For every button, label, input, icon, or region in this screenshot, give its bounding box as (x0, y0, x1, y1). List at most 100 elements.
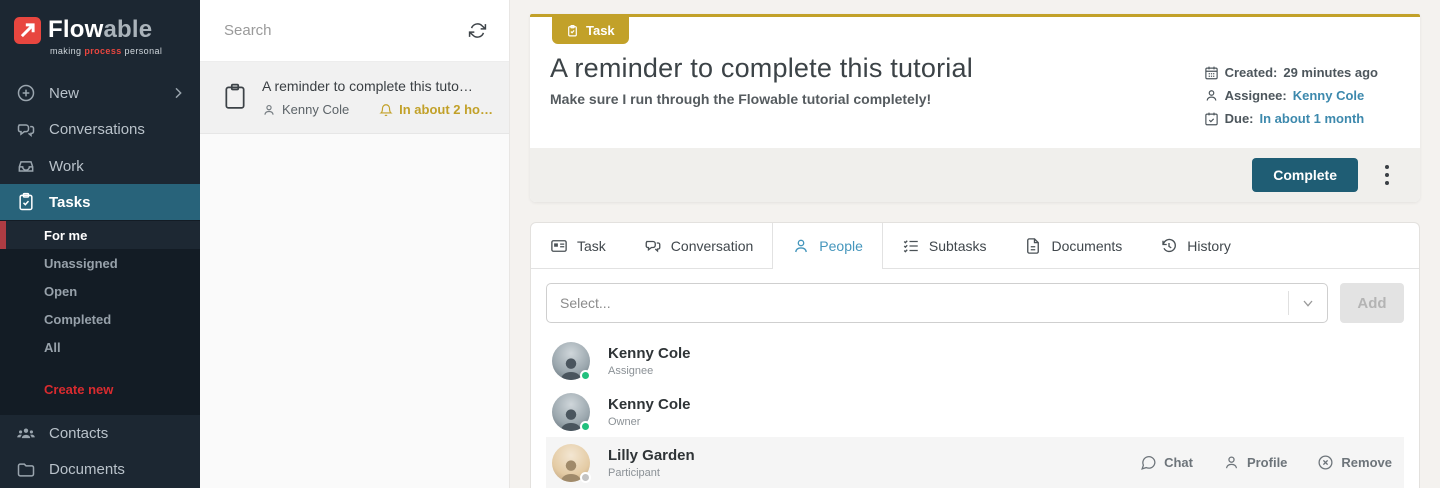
chevron-right-icon (170, 85, 186, 101)
flowable-logo: Flowable making process personal (0, 0, 200, 75)
sidebar-item-label: Conversations (49, 121, 145, 139)
chat-bubble-icon (1140, 454, 1157, 471)
sidebar-filter-unassigned[interactable]: Unassigned (0, 249, 200, 277)
task-list-item[interactable]: A reminder to complete this tuto… Kenny … (200, 62, 509, 134)
status-badge (580, 420, 591, 432)
people-panel: Select... Add Kenny Cole Assignee Kenny … (531, 269, 1419, 488)
chat-bubbles-icon (644, 237, 662, 255)
person-name: Kenny Cole (608, 344, 691, 362)
sidebar-item-tasks[interactable]: Tasks (0, 184, 200, 221)
sidebar-item-label: New (49, 84, 80, 102)
tasks-submenu: For me Unassigned Open Completed All Cre… (0, 220, 200, 416)
sidebar-filter-all[interactable]: All (0, 333, 200, 361)
clipboard-check-icon (16, 192, 36, 212)
remove-action-button[interactable]: Remove (1317, 454, 1392, 471)
person-icon (1223, 454, 1240, 471)
sidebar-filter-completed[interactable]: Completed (0, 305, 200, 333)
brand-name: Flowable (48, 16, 153, 43)
person-name: Kenny Cole (608, 395, 691, 413)
chevron-down-icon[interactable] (1288, 291, 1327, 315)
task-action-bar: Complete (530, 148, 1420, 202)
task-type-badge: Task (552, 17, 629, 44)
person-name: Lilly Garden (608, 446, 695, 464)
meta-created: Created: 29 minutes ago (1204, 65, 1378, 80)
task-list-column: A reminder to complete this tuto… Kenny … (200, 0, 510, 488)
avatar (552, 443, 591, 483)
calendar-icon (1204, 65, 1219, 80)
search-bar (200, 0, 509, 62)
tab-people[interactable]: People (772, 223, 883, 269)
person-row-participant[interactable]: Lilly Garden Participant Chat Profile Re… (546, 437, 1404, 488)
meta-assignee: Assignee: Kenny Cole (1204, 88, 1378, 103)
tab-bar: Task Conversation People Subtasks Docume… (531, 223, 1419, 269)
avatar (552, 392, 591, 432)
status-badge (580, 369, 591, 381)
chat-action-button[interactable]: Chat (1140, 454, 1193, 471)
task-meta: Created: 29 minutes ago Assignee: Kenny … (1204, 53, 1378, 134)
search-input[interactable] (222, 21, 468, 40)
clipboard-check-icon (566, 24, 579, 38)
x-circle-icon (1317, 454, 1334, 471)
person-role: Participant (608, 466, 660, 479)
person-icon (262, 103, 276, 117)
complete-button[interactable]: Complete (1252, 158, 1358, 192)
sidebar-item-label: Contacts (49, 425, 109, 443)
calendar-check-icon (1204, 111, 1219, 126)
tab-conversation[interactable]: Conversation (625, 223, 773, 268)
id-card-icon (550, 237, 568, 255)
task-item-assignee: Kenny Cole (282, 102, 350, 117)
due-link[interactable]: In about 1 month (1260, 111, 1365, 126)
sidebar: Flowable making process personal New Con… (0, 0, 200, 488)
flowable-logo-icon (14, 16, 41, 44)
clipboard-icon (222, 81, 248, 117)
sidebar-item-label: Documents (49, 461, 125, 479)
task-item-due: In about 2 ho… (399, 102, 493, 117)
bell-icon (379, 103, 393, 117)
task-description: Make sure I run through the Flowable tut… (550, 91, 932, 107)
sidebar-item-conversations[interactable]: Conversations (0, 112, 200, 148)
checklist-icon (902, 237, 920, 255)
refresh-icon[interactable] (468, 21, 487, 40)
folder-icon (16, 460, 36, 480)
people-group-icon (16, 424, 36, 444)
select-placeholder: Select... (560, 295, 611, 311)
sidebar-filter-open[interactable]: Open (0, 277, 200, 305)
person-icon (1204, 88, 1219, 103)
sidebar-item-contacts[interactable]: Contacts (0, 415, 200, 451)
inbox-icon (16, 156, 36, 176)
profile-action-button[interactable]: Profile (1223, 454, 1287, 471)
people-select[interactable]: Select... (546, 283, 1328, 323)
page-title: A reminder to complete this tutorial (550, 53, 973, 83)
task-detail-tabs-card: Task Conversation People Subtasks Docume… (530, 222, 1420, 488)
add-person-button[interactable]: Add (1340, 283, 1404, 323)
task-item-title: A reminder to complete this tuto… (262, 78, 473, 94)
sidebar-item-new[interactable]: New (0, 75, 200, 111)
tab-documents[interactable]: Documents (1005, 223, 1141, 268)
create-new-task-link[interactable]: Create new (0, 375, 200, 403)
document-icon (1024, 237, 1042, 255)
sidebar-item-documents[interactable]: Documents (0, 452, 200, 488)
person-icon (792, 237, 810, 255)
person-row-owner[interactable]: Kenny Cole Owner (546, 386, 1404, 437)
person-role: Assignee (608, 364, 654, 377)
chat-bubbles-icon (16, 120, 36, 140)
person-row-assignee[interactable]: Kenny Cole Assignee (546, 335, 1404, 386)
sidebar-item-label: Tasks (49, 193, 91, 211)
brand-tagline: making process personal (50, 46, 163, 56)
person-role: Owner (608, 415, 641, 428)
tab-history[interactable]: History (1141, 223, 1250, 268)
tab-task[interactable]: Task (531, 223, 625, 268)
kebab-menu-icon[interactable] (1378, 160, 1396, 190)
sidebar-item-work[interactable]: Work (0, 148, 200, 184)
history-icon (1160, 237, 1178, 255)
tab-subtasks[interactable]: Subtasks (883, 223, 1006, 268)
task-detail-main: Task A reminder to complete this tutoria… (510, 0, 1440, 488)
meta-due: Due: In about 1 month (1204, 111, 1378, 126)
assignee-link[interactable]: Kenny Cole (1293, 88, 1365, 103)
created-value: 29 minutes ago (1283, 65, 1378, 80)
task-header-card: Task A reminder to complete this tutoria… (530, 14, 1420, 202)
plus-circle-icon (16, 83, 36, 103)
avatar (552, 341, 591, 381)
status-badge (580, 471, 591, 483)
sidebar-filter-for-me[interactable]: For me (0, 221, 200, 250)
